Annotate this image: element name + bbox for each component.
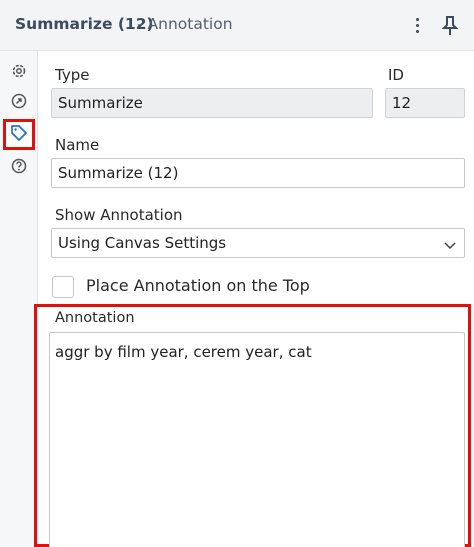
show-annotation-value: Using Canvas Settings bbox=[58, 234, 227, 252]
panel-subtitle: - Annotation bbox=[137, 15, 233, 33]
chevron-down-icon bbox=[444, 237, 456, 250]
kebab-icon[interactable] bbox=[409, 12, 425, 38]
show-annotation-label: Show Annotation bbox=[55, 206, 183, 224]
pin-icon[interactable] bbox=[441, 14, 459, 38]
place-top-checkbox[interactable] bbox=[52, 276, 74, 298]
name-label: Name bbox=[55, 136, 100, 154]
show-annotation-select[interactable]: Using Canvas Settings bbox=[51, 228, 465, 258]
id-field: 12 bbox=[385, 88, 465, 118]
type-field: Summarize bbox=[51, 88, 373, 118]
panel-header: Summarize (12) - Annotation bbox=[0, 0, 474, 51]
layout-tab[interactable] bbox=[5, 90, 33, 116]
gear-icon bbox=[10, 62, 28, 84]
annotation-label: Annotation bbox=[55, 310, 135, 326]
type-label: Type bbox=[55, 66, 90, 84]
annotation-tab[interactable] bbox=[3, 119, 35, 150]
place-top-label: Place Annotation on the Top bbox=[86, 276, 310, 295]
help-tab[interactable] bbox=[5, 155, 33, 181]
configuration-tab[interactable] bbox=[5, 60, 33, 86]
help-icon bbox=[10, 157, 28, 179]
name-input[interactable]: Summarize (12) bbox=[51, 158, 465, 188]
tool-title: Summarize (12) bbox=[15, 15, 154, 33]
id-label: ID bbox=[388, 66, 404, 84]
sidebar-rail bbox=[0, 51, 38, 547]
annotation-textarea[interactable]: aggr by film year, cerem year, cat bbox=[49, 332, 465, 547]
connection-arrow-icon bbox=[10, 92, 28, 114]
tag-icon bbox=[10, 124, 28, 146]
